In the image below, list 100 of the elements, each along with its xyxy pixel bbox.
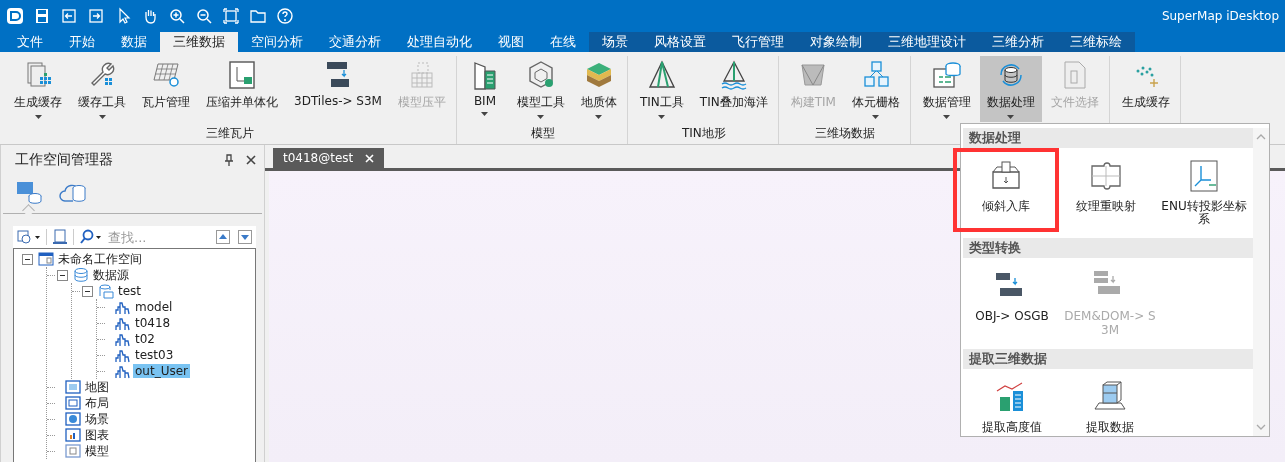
menu-tab[interactable]: 对象绘制 — [797, 32, 875, 52]
menu-tab[interactable]: 三维标绘 — [1057, 32, 1135, 52]
menu-tab[interactable]: 数据 — [108, 32, 160, 52]
menu-tab[interactable]: 交通分析 — [316, 32, 394, 52]
menu-item[interactable]: OBJ-> OSGB — [963, 264, 1061, 341]
caret-icon — [872, 115, 880, 119]
layout-icon — [65, 395, 81, 411]
spike-chart-icon — [115, 331, 131, 347]
app-logo-icon — [6, 7, 24, 25]
export-icon[interactable] — [87, 7, 105, 25]
full-extent-icon[interactable] — [222, 7, 240, 25]
map-icon — [65, 379, 81, 395]
menu-tab[interactable]: 处理自动化 — [394, 32, 485, 52]
ribbon-button[interactable]: 3DTiles-> S3M — [287, 56, 389, 122]
tree-item[interactable]: test — [116, 284, 144, 298]
help-icon[interactable] — [276, 7, 294, 25]
tree-item[interactable]: 数据源 — [91, 266, 131, 284]
collapse-icon[interactable] — [22, 253, 33, 265]
menu-tab[interactable]: 三维数据 — [160, 32, 238, 52]
document-tab[interactable]: t0418@test — [273, 148, 385, 168]
datasources-icon — [73, 267, 89, 283]
ribbon-button[interactable]: 生成缓存 — [1114, 56, 1177, 122]
caret-icon — [481, 112, 489, 116]
ribbon-button[interactable]: BIM — [461, 56, 508, 122]
spike-chart-icon — [115, 347, 131, 363]
spike-chart-icon — [115, 299, 131, 315]
move-up-icon[interactable] — [216, 230, 230, 244]
zoom-in-icon[interactable] — [168, 7, 186, 25]
tree-item[interactable]: test03 — [133, 348, 176, 362]
globe-icon — [65, 411, 81, 427]
ribbon-button[interactable]: 缓存工具 — [71, 56, 133, 122]
ribbon-button[interactable]: 瓦片管理 — [135, 56, 197, 122]
ribbon-button[interactable]: 体元栅格 — [844, 56, 907, 122]
menu-item[interactable]: 提取高度值 — [963, 374, 1061, 438]
ribbon-button[interactable]: 数据管理 — [915, 56, 978, 122]
menu-item[interactable]: 纹理重映射 — [1057, 154, 1155, 231]
section-header: 类型转换 — [963, 238, 1253, 259]
workspace-icon — [38, 251, 54, 267]
ribbon-button[interactable]: 生成缓存 — [7, 56, 69, 122]
caret-icon — [1007, 115, 1015, 119]
ribbon-button[interactable]: TIN叠加海洋 — [692, 56, 775, 122]
folder-icon[interactable] — [249, 7, 267, 25]
tree-item[interactable]: 场景 — [83, 410, 111, 428]
database-icon — [98, 283, 114, 299]
menu-tab[interactable]: 风格设置 — [641, 32, 719, 52]
ribbon-group-label: TIN地形 — [680, 125, 727, 142]
tree-item[interactable]: 图表 — [83, 426, 111, 444]
menu-tab[interactable]: 开始 — [56, 32, 108, 52]
ribbon-button[interactable]: TIN工具 — [632, 56, 691, 122]
menu-item[interactable]: ENU转投影坐标系 — [1155, 154, 1253, 231]
caret-icon — [34, 115, 42, 119]
tree-item[interactable]: 布局 — [83, 394, 111, 412]
menu-tab[interactable]: 空间分析 — [238, 32, 316, 52]
caret-icon — [595, 115, 603, 119]
spike-chart-icon — [115, 315, 131, 331]
menu-tab[interactable]: 在线 — [537, 32, 589, 52]
ribbon-button[interactable]: 地质体 — [573, 56, 624, 122]
move-down-icon[interactable] — [238, 230, 252, 244]
ribbon-group-label: 三维场数据 — [814, 125, 877, 142]
menu-tab[interactable]: 视图 — [485, 32, 537, 52]
tree-item[interactable]: 模型 — [83, 442, 111, 460]
menu-tab[interactable]: 三维地理设计 — [875, 32, 979, 52]
spike-chart-icon — [115, 363, 131, 379]
caret-icon — [943, 115, 951, 119]
search-icon[interactable] — [79, 229, 103, 245]
import-icon[interactable] — [60, 7, 78, 25]
ribbon-button[interactable]: 数据处理 — [979, 56, 1042, 122]
menu-tab[interactable]: 三维分析 — [979, 32, 1057, 52]
chart-icon — [65, 427, 81, 443]
document-chip-icon — [226, 59, 258, 91]
tree-item[interactable]: 未命名工作空间 — [56, 250, 144, 268]
ribbon-group-label: 模型 — [529, 125, 556, 142]
tree-item[interactable]: out_User — [133, 364, 190, 378]
menu-item[interactable]: 提取数据 — [1061, 374, 1159, 438]
ribbon-button[interactable]: 压缩并单体化 — [199, 56, 285, 122]
tree-item[interactable]: 地图 — [83, 378, 111, 396]
menu-item[interactable]: 倾斜入库 — [955, 150, 1057, 231]
caret-icon — [537, 115, 545, 119]
menu-tab[interactable]: 场景 — [589, 32, 641, 52]
save-icon[interactable] — [33, 7, 51, 25]
computer-database-icon — [15, 179, 43, 205]
document-save-icon[interactable] — [52, 229, 68, 245]
tree-item[interactable]: t02 — [133, 332, 157, 346]
caret-icon — [658, 115, 666, 119]
ribbon-button[interactable]: 模型工具 — [509, 56, 572, 122]
caret-icon — [98, 115, 106, 119]
app-title: SuperMap iDesktop — [1161, 9, 1279, 23]
zoom-out-icon[interactable] — [195, 7, 213, 25]
layer-view-icon[interactable] — [17, 229, 41, 245]
collapse-icon[interactable] — [57, 269, 68, 281]
panel-title: 工作空间管理器 — [15, 151, 114, 169]
model-icon — [65, 443, 81, 459]
menu-tab[interactable]: 飞行管理 — [719, 32, 797, 52]
menu-tab[interactable]: 文件 — [4, 32, 56, 52]
collapse-icon[interactable] — [82, 285, 93, 297]
section-header: 提取三维数据 — [963, 348, 1253, 369]
close-icon[interactable] — [246, 155, 256, 165]
tree-item[interactable]: model — [133, 300, 175, 314]
pin-icon[interactable] — [224, 154, 234, 166]
tree-item[interactable]: t0418 — [133, 316, 173, 330]
